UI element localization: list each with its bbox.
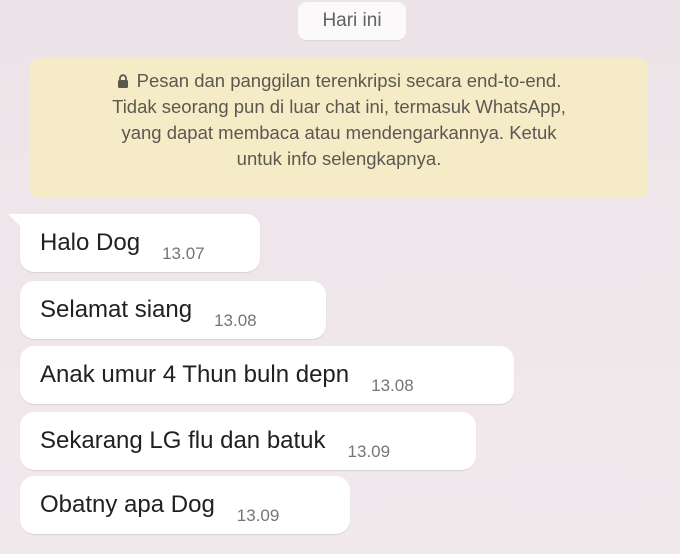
message-text: Sekarang LG flu dan batuk [40,427,326,454]
message-time: 13.08 [214,311,257,330]
encryption-notice[interactable]: Pesan dan panggilan terenkripsi secara e… [30,58,648,198]
incoming-message[interactable]: Selamat siang 13.08 [20,281,326,339]
encryption-notice-line: yang dapat membaca atau mendengarkannya.… [121,122,557,143]
date-chip-label: Hari ini [322,10,382,31]
incoming-message[interactable]: Obatny apa Dog 13.09 [20,476,350,534]
encryption-notice-line: Tidak seorang pun di luar chat ini, term… [112,96,566,117]
message-text: Selamat siang [40,296,193,323]
incoming-message[interactable]: Sekarang LG flu dan batuk 13.09 [20,412,476,470]
date-chip: Hari ini [298,2,406,40]
message-time: 13.08 [371,376,414,395]
message-text: Anak umur 4 Thun buln depn [40,361,350,388]
message-time: 13.09 [347,442,391,461]
lock-icon [117,74,129,88]
incoming-message[interactable]: Anak umur 4 Thun buln depn 13.08 [20,346,514,404]
incoming-message[interactable]: Halo Dog 13.07 [20,214,260,272]
encryption-notice-line: untuk info selengkapnya. [236,148,442,169]
chat-view[interactable]: Hari ini Pesan dan panggilan terenkripsi… [0,0,680,554]
message-time: 13.09 [236,506,280,525]
encryption-notice-line: Pesan dan panggilan terenkripsi secara e… [48,68,630,94]
message-text: Halo Dog [40,229,141,256]
message-text: Obatny apa Dog [40,491,215,518]
message-time: 13.07 [162,244,205,263]
